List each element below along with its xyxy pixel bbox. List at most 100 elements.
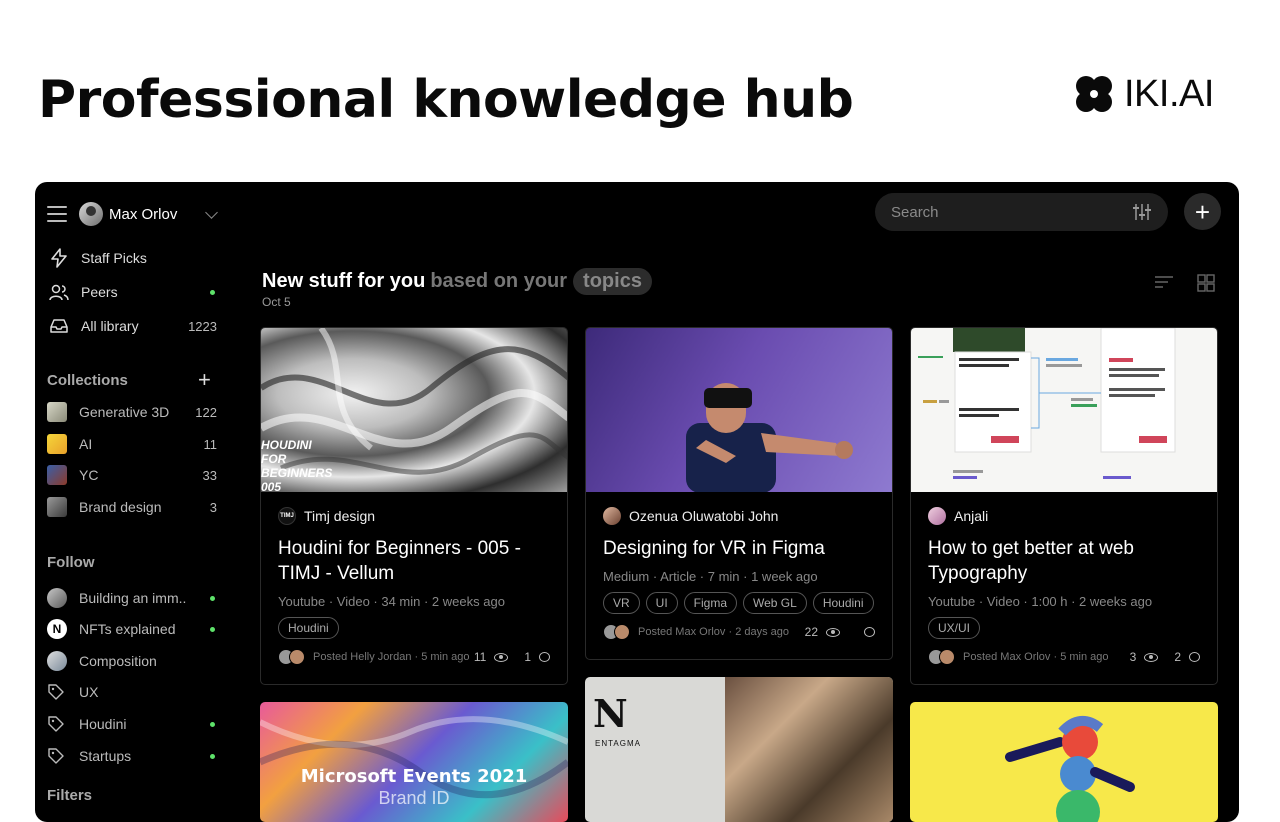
new-indicator (210, 721, 215, 727)
author-name: Timj design (304, 508, 376, 524)
follow-avatar (47, 588, 67, 608)
posted-info: Posted Helly Jordan · 5 min ago (313, 651, 470, 663)
follow-item[interactable]: Startups (47, 745, 217, 767)
library-count: 1223 (188, 318, 217, 334)
card-title[interactable]: Houdini for Beginners - 005 - TIMJ - Vel… (278, 536, 550, 586)
follow-item[interactable]: Houdini (47, 713, 217, 735)
card-image: HOUDINI FOR BEGINNERS 005 (261, 328, 567, 492)
follow-item[interactable]: UX (47, 681, 217, 703)
entagma-logo-icon: N (593, 691, 628, 736)
follow-label: Startups (79, 748, 132, 764)
follow-label: Houdini (79, 716, 127, 732)
author-name: Ozenua Oluwatobi John (629, 508, 779, 524)
content-card[interactable]: Anjali How to get better at web Typograp… (910, 327, 1218, 685)
collection-item[interactable]: Brand design 3 (47, 496, 217, 518)
page-title: Professional knowledge hub (38, 70, 854, 130)
follow-item[interactable]: Building an imm.. (47, 587, 217, 609)
content-card-image[interactable]: Microsoft Events 2021 Brand ID (260, 702, 568, 822)
tag-chip[interactable]: VR (603, 592, 640, 614)
filter-sliders-icon[interactable] (1132, 203, 1152, 221)
tag-icon (48, 716, 64, 732)
inbox-icon (49, 316, 69, 336)
card-footer: Posted Max Orlov · 2 days ago 22 (603, 622, 875, 642)
feed-date: Oct 5 (262, 295, 291, 309)
collection-item[interactable]: YC 33 (47, 464, 217, 486)
card-author[interactable]: TIMJ Timj design (278, 506, 550, 526)
comment-icon[interactable] (1189, 652, 1200, 662)
list-view-icon[interactable] (1153, 274, 1175, 292)
feed-heading-text: New stuff for you (262, 270, 426, 292)
iki-logo-icon (1076, 76, 1112, 112)
collection-item[interactable]: Generative 3D 122 (47, 401, 217, 423)
collections-title: Collections (47, 372, 128, 389)
new-indicator (210, 595, 215, 601)
collection-label: Brand design (79, 499, 162, 515)
comment-icon[interactable] (539, 652, 550, 662)
new-indicator (210, 753, 215, 759)
card-title[interactable]: How to get better at web Typography (928, 536, 1200, 586)
feed-heading-muted: based on your (430, 270, 568, 292)
chevron-down-icon[interactable] (205, 205, 218, 219)
collection-item[interactable]: AI 11 (47, 433, 217, 455)
card-image-brand: ENTAGMA (595, 739, 641, 748)
card-meta: Youtube · Video · 1:00 h · 2 weeks ago (928, 594, 1153, 609)
content-card-image[interactable] (910, 702, 1218, 822)
comment-icon[interactable] (864, 627, 875, 637)
content-card[interactable]: Ozenua Oluwatobi John Designing for VR i… (585, 327, 893, 660)
collection-label: YC (79, 467, 99, 483)
card-author[interactable]: Ozenua Oluwatobi John (603, 506, 875, 526)
card-image-subtitle: Brand ID (378, 788, 450, 808)
search-bar[interactable] (875, 193, 1168, 231)
add-collection-button[interactable]: + (198, 369, 211, 391)
tag-chip[interactable]: Web GL (743, 592, 807, 614)
collection-count: 33 (202, 467, 217, 483)
card-author[interactable]: Anjali (928, 506, 1200, 526)
card-image-texture (725, 677, 893, 822)
card-tags: VR UI Figma Web GL Houdini (603, 592, 875, 614)
content-card[interactable]: HOUDINI FOR BEGINNERS 005 TIMJ Timj desi… (260, 327, 568, 685)
add-button[interactable]: + (1184, 193, 1221, 230)
tag-chip[interactable]: Figma (683, 592, 738, 614)
card-stats: 22 (805, 625, 875, 639)
grid-view-icon[interactable] (1197, 274, 1215, 292)
nft-logo-icon: N (47, 619, 67, 639)
collection-count: 3 (209, 499, 217, 515)
search-input[interactable] (891, 203, 1132, 221)
feed-heading: New stuff for you based on your topics (262, 268, 652, 295)
content-card-image[interactable]: N ENTAGMA (585, 677, 893, 822)
tag-chip[interactable]: UI (645, 592, 678, 614)
follow-item[interactable]: Composition (47, 650, 217, 672)
collection-thumbnail (47, 497, 67, 517)
sidebar-item-all-library[interactable]: All library 1223 (49, 314, 217, 338)
follow-label: Composition (79, 653, 157, 669)
follow-label: Building an imm.. (79, 590, 187, 606)
user-name[interactable]: Max Orlov (109, 206, 177, 223)
card-stats: 3 2 (1130, 650, 1200, 664)
tag-chip[interactable]: Houdini (812, 592, 874, 614)
follow-label: UX (79, 684, 99, 700)
avatar[interactable] (79, 202, 103, 226)
users-icon (49, 282, 69, 302)
card-image-caption: HOUDINI FOR BEGINNERS 005 (261, 438, 333, 492)
card-title[interactable]: Designing for VR in Figma (603, 536, 875, 561)
menu-icon[interactable] (47, 206, 67, 222)
sidebar-item-staff-picks[interactable]: Staff Picks (49, 246, 217, 270)
card-footer: Posted Helly Jordan · 5 min ago 11 1 (278, 647, 550, 667)
card-footer: Posted Max Orlov · 5 min ago 3 2 (928, 647, 1200, 667)
follow-title: Follow (47, 554, 95, 571)
brand-name: IKI.AI (1124, 72, 1214, 115)
tag-chip[interactable]: UX/UI (928, 617, 981, 639)
card-meta: Medium · Article · 7 min · 1 week ago (603, 569, 818, 584)
eye-icon (1144, 652, 1159, 662)
views-count: 22 (804, 625, 818, 639)
sidebar-item-peers[interactable]: Peers (49, 280, 217, 304)
topics-pill[interactable]: topics (573, 268, 652, 295)
tag-chip[interactable]: Houdini (278, 617, 339, 639)
card-stats: 11 1 (474, 650, 550, 664)
new-indicator (210, 289, 215, 295)
follow-item[interactable]: N NFTs explained (47, 618, 217, 640)
brand-logo[interactable]: IKI.AI (1072, 72, 1214, 116)
sidebar-item-label: Peers (81, 284, 118, 300)
posted-info: Posted Max Orlov · 2 days ago (638, 626, 790, 638)
sidebar-item-label: Staff Picks (81, 250, 147, 266)
